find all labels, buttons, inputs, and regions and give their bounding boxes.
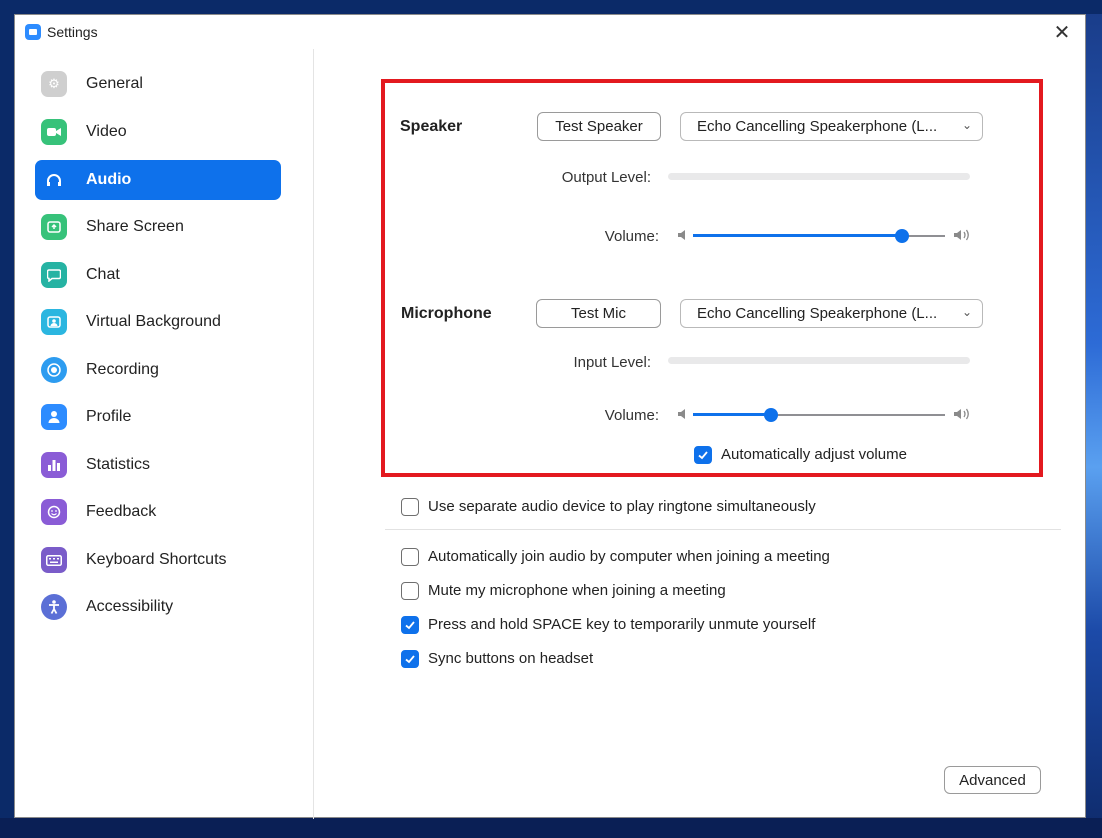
virtual-background-icon bbox=[41, 309, 67, 335]
share-screen-icon bbox=[41, 214, 67, 240]
settings-sidebar: ⚙ General Video Audio Share Screen Chat … bbox=[15, 49, 314, 819]
auto-adjust-volume-label: Automatically adjust volume bbox=[721, 446, 907, 463]
space-to-unmute-label: Press and hold SPACE key to temporarily … bbox=[428, 616, 816, 633]
microphone-volume-label: Volume: bbox=[604, 407, 659, 424]
speaker-section-label: Speaker bbox=[400, 118, 463, 135]
slider-fill bbox=[693, 413, 772, 416]
sidebar-item-video[interactable]: Video bbox=[35, 112, 281, 152]
microphone-section-label: Microphone bbox=[401, 305, 492, 322]
window-title: Settings bbox=[47, 23, 98, 40]
slider-thumb[interactable] bbox=[764, 408, 779, 422]
input-level-label: Input Level: bbox=[573, 354, 651, 371]
sidebar-item-share-screen[interactable]: Share Screen bbox=[35, 207, 281, 247]
volume-high-icon bbox=[954, 229, 969, 241]
sidebar-item-label: Video bbox=[86, 123, 127, 140]
sidebar-item-accessibility[interactable]: Accessibility bbox=[35, 587, 281, 627]
volume-high-icon bbox=[954, 408, 969, 420]
sidebar-item-recording[interactable]: Recording bbox=[35, 350, 281, 390]
sidebar-item-label: General bbox=[86, 75, 143, 92]
sidebar-item-label: Virtual Background bbox=[86, 313, 221, 330]
auto-adjust-volume-checkbox[interactable] bbox=[694, 446, 712, 464]
sidebar-item-profile[interactable]: Profile bbox=[35, 397, 281, 437]
microphone-device-value: Echo Cancelling Speakerphone (L... bbox=[697, 305, 938, 322]
output-level-meter bbox=[668, 173, 970, 180]
title-bar: Settings ✕ bbox=[15, 15, 1085, 49]
space-to-unmute-checkbox[interactable] bbox=[401, 616, 419, 634]
chat-bubble-icon bbox=[41, 262, 67, 288]
sidebar-item-label: Feedback bbox=[86, 503, 157, 520]
sync-headset-buttons-label: Sync buttons on headset bbox=[428, 650, 594, 667]
sidebar-item-label: Accessibility bbox=[86, 598, 174, 615]
sidebar-item-general[interactable]: ⚙ General bbox=[35, 64, 281, 104]
mute-on-join-checkbox[interactable] bbox=[401, 582, 419, 600]
sidebar-item-keyboard-shortcuts[interactable]: Keyboard Shortcuts bbox=[35, 540, 281, 580]
sidebar-item-label: Chat bbox=[86, 266, 120, 283]
test-speaker-button[interactable]: Test Speaker bbox=[537, 112, 661, 141]
profile-icon bbox=[41, 404, 67, 430]
zoom-app-icon bbox=[25, 23, 41, 40]
volume-low-icon bbox=[678, 409, 685, 419]
advanced-button[interactable]: Advanced bbox=[944, 766, 1041, 794]
mute-on-join-label: Mute my microphone when joining a meetin… bbox=[428, 582, 726, 599]
sidebar-item-label: Recording bbox=[86, 361, 159, 378]
input-level-meter bbox=[668, 357, 970, 364]
sidebar-item-label: Statistics bbox=[86, 456, 151, 473]
sidebar-item-feedback[interactable]: Feedback bbox=[35, 492, 281, 532]
sidebar-item-label: Audio bbox=[86, 171, 132, 188]
separate-ringtone-device-checkbox[interactable] bbox=[401, 498, 419, 516]
chevron-down-icon: ⌄ bbox=[961, 118, 972, 132]
feedback-icon bbox=[41, 499, 67, 525]
headphones-icon bbox=[41, 167, 67, 193]
test-mic-button[interactable]: Test Mic bbox=[536, 299, 661, 328]
volume-low-icon bbox=[678, 230, 685, 240]
desktop-left-strip bbox=[0, 14, 14, 838]
options-divider bbox=[385, 529, 1061, 530]
chevron-down-icon: ⌄ bbox=[961, 305, 972, 319]
video-camera-icon bbox=[41, 119, 67, 145]
gear-icon: ⚙ bbox=[41, 71, 67, 97]
auto-join-audio-label: Automatically join audio by computer whe… bbox=[428, 548, 830, 565]
sidebar-item-virtual-background[interactable]: Virtual Background bbox=[35, 302, 281, 342]
sidebar-item-label: Share Screen bbox=[86, 218, 184, 235]
auto-join-audio-checkbox[interactable] bbox=[401, 548, 419, 566]
slider-fill bbox=[693, 234, 903, 237]
microphone-volume-slider[interactable] bbox=[675, 406, 975, 424]
speaker-volume-slider[interactable] bbox=[675, 227, 975, 245]
desktop-bottom-strip bbox=[0, 818, 1102, 838]
close-button[interactable]: ✕ bbox=[1049, 19, 1075, 45]
speaker-device-select[interactable]: Echo Cancelling Speakerphone (L... ⌄ bbox=[680, 112, 983, 141]
separate-ringtone-device-label: Use separate audio device to play ringto… bbox=[428, 498, 816, 515]
statistics-icon bbox=[41, 452, 67, 478]
sidebar-item-label: Keyboard Shortcuts bbox=[86, 551, 227, 568]
record-icon bbox=[41, 357, 67, 383]
slider-thumb[interactable] bbox=[895, 229, 910, 243]
settings-window: Settings ✕ ⚙ General Video Audio Share S… bbox=[14, 14, 1086, 819]
output-level-label: Output Level: bbox=[561, 169, 651, 186]
keyboard-icon bbox=[41, 547, 67, 573]
accessibility-icon bbox=[41, 594, 67, 620]
sidebar-item-audio[interactable]: Audio bbox=[35, 160, 281, 200]
sidebar-item-chat[interactable]: Chat bbox=[35, 255, 281, 295]
microphone-device-select[interactable]: Echo Cancelling Speakerphone (L... ⌄ bbox=[680, 299, 983, 328]
sidebar-item-statistics[interactable]: Statistics bbox=[35, 445, 281, 485]
sidebar-item-label: Profile bbox=[86, 408, 132, 425]
desktop-wallpaper-strip bbox=[1086, 14, 1102, 838]
sync-headset-buttons-checkbox[interactable] bbox=[401, 650, 419, 668]
desktop-top-strip bbox=[0, 0, 1102, 14]
speaker-volume-label: Volume: bbox=[604, 228, 659, 245]
speaker-device-value: Echo Cancelling Speakerphone (L... bbox=[697, 118, 938, 135]
